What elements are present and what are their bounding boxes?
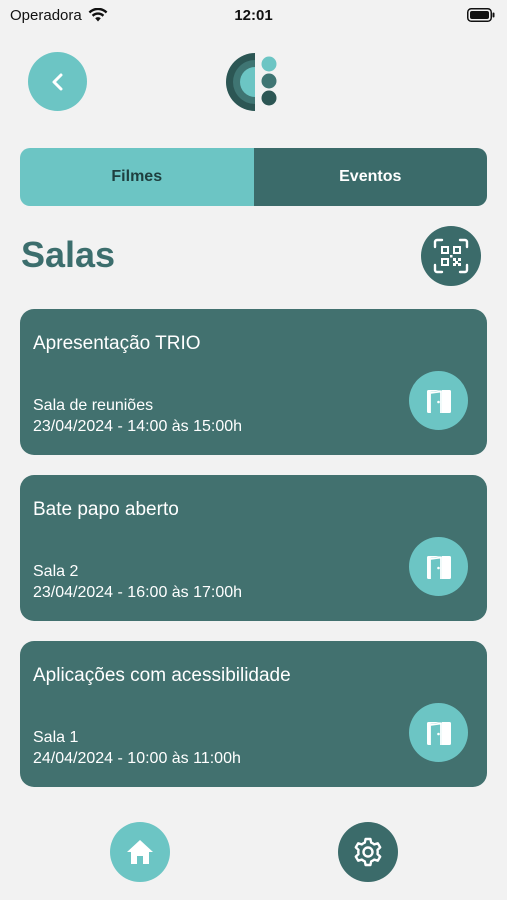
carrier-name: Operadora xyxy=(10,6,82,24)
room-card-datetime: 23/04/2024 - 14:00 às 15:00h xyxy=(33,418,243,435)
back-button[interactable] xyxy=(28,52,87,111)
wifi-icon xyxy=(88,8,108,22)
room-card-location: Sala de reuniões xyxy=(33,397,154,414)
room-card-title: Apresentação TRIO xyxy=(33,333,201,354)
enter-room-button[interactable] xyxy=(409,537,468,596)
enter-room-button[interactable] xyxy=(409,371,468,430)
tab-filmes[interactable]: Filmes xyxy=(20,148,254,206)
status-bar: Operadora 12:01 xyxy=(0,0,507,30)
settings-button[interactable] xyxy=(338,822,398,882)
qr-scan-button[interactable] xyxy=(421,226,481,286)
chevron-left-icon xyxy=(52,73,62,90)
room-card[interactable]: Apresentação TRIO Sala de reuniões 23/04… xyxy=(20,309,487,455)
app-logo xyxy=(226,53,277,111)
door-icon xyxy=(426,721,451,745)
room-card-datetime: 24/04/2024 - 10:00 às 11:00h xyxy=(33,750,241,767)
room-card-location: Sala 1 xyxy=(33,729,79,746)
room-card[interactable]: Aplicações com acessibilidade Sala 1 24/… xyxy=(20,641,487,787)
room-card-title: Bate papo aberto xyxy=(33,499,179,520)
segmented-control: Filmes Eventos xyxy=(20,148,487,206)
door-icon xyxy=(426,389,451,413)
room-card-title: Aplicações com acessibilidade xyxy=(33,665,291,686)
gear-icon xyxy=(354,837,382,867)
carrier-group: Operadora xyxy=(10,7,108,24)
page-title: Salas xyxy=(21,234,116,275)
room-card-datetime: 23/04/2024 - 16:00 às 17:00h xyxy=(33,584,243,601)
battery-icon xyxy=(467,8,495,22)
room-card[interactable]: Bate papo aberto Sala 2 23/04/2024 - 16:… xyxy=(20,475,487,621)
qr-code-icon xyxy=(433,238,469,274)
tab-eventos[interactable]: Eventos xyxy=(253,148,487,206)
home-icon xyxy=(127,840,153,864)
door-icon xyxy=(426,555,451,579)
room-card-location: Sala 2 xyxy=(33,563,79,580)
enter-room-button[interactable] xyxy=(409,703,468,762)
home-button[interactable] xyxy=(110,822,170,882)
